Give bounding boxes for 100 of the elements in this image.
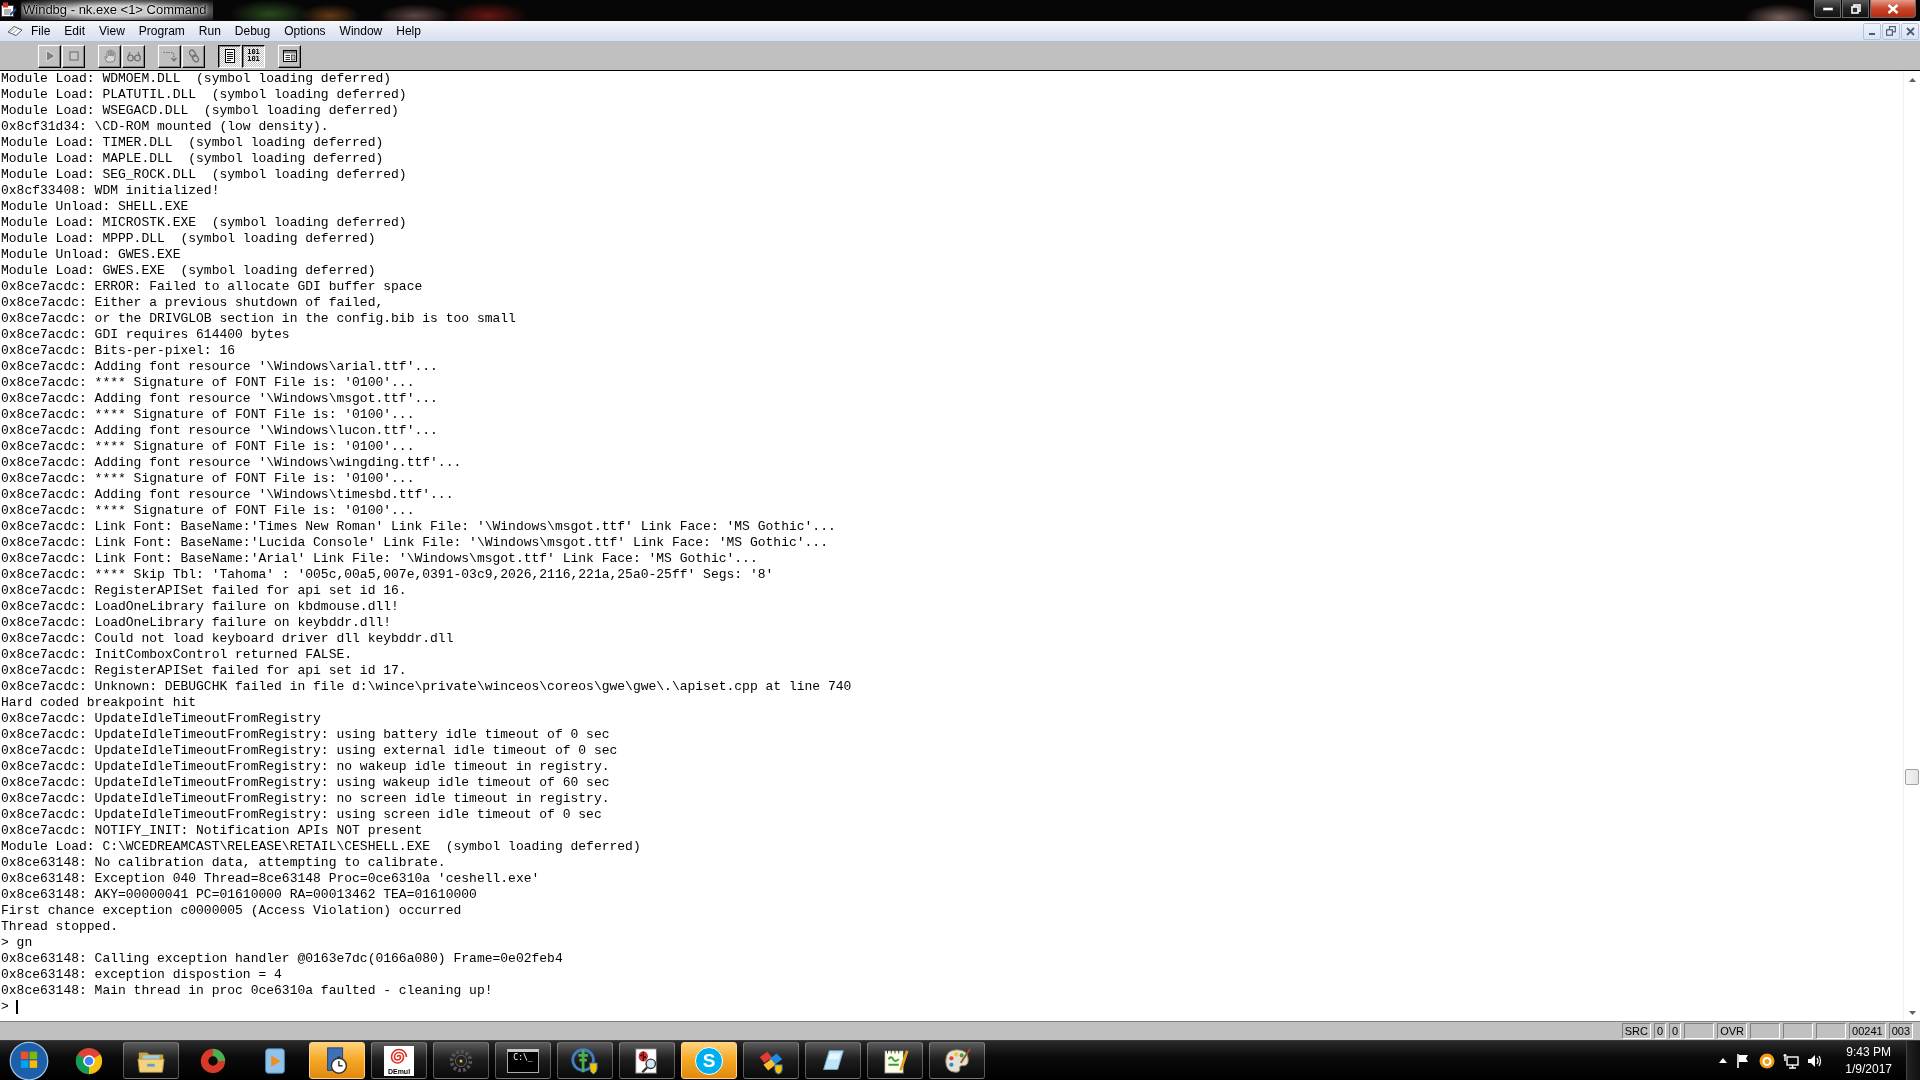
output-line: 0x8ce7acdc: Adding font resource '\Windows\timesbd.ttf'... bbox=[1, 487, 455, 503]
taskbar-button[interactable]: C:\_ bbox=[495, 1042, 551, 1079]
output-line: 0x8ce7acdc: Adding font resource '\Windows\arial.ttf'... bbox=[1, 359, 439, 375]
step-button[interactable] bbox=[158, 44, 181, 68]
output-line: 0x8ce7acdc: Unknown: DEBUGCHK failed in file d:\wince\private\winceos\coreos\gwe\gwe\.\apiset.cpp at line 740 bbox=[1, 679, 853, 695]
output-line: 0x8ce7acdc: GDI requires 614400 bytes bbox=[1, 327, 291, 343]
menu-item[interactable]: Run bbox=[191, 21, 228, 41]
output-line: 0x8ce7acdc: **** Signature of FONT File is: '0100'... bbox=[1, 471, 416, 487]
palette-icon bbox=[942, 1045, 972, 1076]
output-line: 0x8ce63148: Calling exception handler @0163e7dc(0166a080) Frame=0e02feb4 bbox=[1, 951, 564, 967]
minimize-icon bbox=[1822, 6, 1833, 11]
output-line: Module Load: WDMOEM.DLL (symbol loading deferred) bbox=[1, 71, 393, 87]
tray-button[interactable] bbox=[1783, 1052, 1800, 1069]
status-indicator: 0 bbox=[1669, 1023, 1682, 1039]
spiral-icon bbox=[384, 1045, 414, 1068]
source-button[interactable] bbox=[218, 44, 241, 68]
command-prompt: > bbox=[1, 999, 9, 1015]
close-icon bbox=[1887, 3, 1899, 14]
output-line: First chance exception c0000005 (Access Violation) occurred bbox=[1, 903, 463, 919]
status-indicator: 00241 bbox=[1849, 1023, 1886, 1039]
output-line: 0x8ce7acdc: Adding font resource '\Windows\msgot.ttf'... bbox=[1, 391, 439, 407]
vertical-scrollbar[interactable] bbox=[1903, 71, 1920, 1021]
output-line: 0x8ce7acdc: **** Signature of FONT File is: '0100'... bbox=[1, 375, 416, 391]
output-line: Module Load: MAPLE.DLL (symbol loading deferred) bbox=[1, 151, 385, 167]
text-cursor-icon bbox=[15, 1000, 18, 1014]
output-line: 0x8ce7acdc: LoadOneLibrary failure on kbdmouse.dll! bbox=[1, 599, 400, 615]
close-button[interactable] bbox=[1870, 0, 1916, 18]
output-line: 0x8ce7acdc: RegisterAPISet failed for api set id 16. bbox=[1, 583, 408, 599]
output-line: 0x8ce7acdc: UpdateIdleTimeoutFromRegistry: no wakeup idle timeout in registry. bbox=[1, 759, 611, 775]
chain-button[interactable] bbox=[182, 44, 205, 68]
output-line: Module Load: GWES.EXE (symbol loading deferred) bbox=[1, 263, 377, 279]
menu-item[interactable]: Window bbox=[332, 21, 390, 41]
antenna-shield-icon bbox=[570, 1045, 600, 1076]
output-line: 0x8ce7acdc: UpdateIdleTimeoutFromRegistry: using external idle timeout of 0 sec bbox=[1, 743, 619, 759]
network-icon bbox=[1783, 1052, 1800, 1069]
menu-item[interactable]: Program bbox=[131, 21, 192, 41]
tray-button[interactable] bbox=[1759, 1052, 1776, 1069]
menu-item[interactable]: Help bbox=[389, 21, 428, 41]
menu-item[interactable]: File bbox=[24, 21, 58, 41]
down-arrow-icon bbox=[1908, 1010, 1916, 1015]
output-line: > gn bbox=[1, 935, 34, 951]
window-button[interactable] bbox=[278, 44, 301, 68]
output-line: 0x8ce7acdc: UpdateIdleTimeoutFromRegistry: no screen idle timeout in registry. bbox=[1, 791, 611, 807]
close-button[interactable] bbox=[1901, 22, 1919, 40]
ring-icon bbox=[1759, 1052, 1776, 1069]
output-line: Module Load: TIMER.DLL (symbol loading deferred) bbox=[1, 135, 385, 151]
circle-logo-icon bbox=[74, 1045, 104, 1076]
clock-button[interactable]: 9:43 PM 1/9/2017 bbox=[1835, 1043, 1902, 1078]
output-line: 0x8ce7acdc: UpdateIdleTimeoutFromRegistry: using screen idle timeout of 0 sec bbox=[1, 807, 603, 823]
menu-item[interactable]: Edit bbox=[57, 21, 93, 41]
up-arrow-icon bbox=[1719, 1058, 1728, 1063]
close-icon bbox=[1905, 26, 1915, 36]
menu-item[interactable]: View bbox=[92, 21, 132, 41]
restore-button[interactable] bbox=[1882, 22, 1900, 40]
output-line: 0x8ce7acdc: Link Font: BaseName:'Lucida Console' Link File: '\Windows\msgot.ttf' Link Face: 'MS Gothic'... bbox=[1, 535, 829, 551]
console-tile: C:\_ bbox=[507, 1048, 539, 1073]
status-indicator: 003 bbox=[1888, 1023, 1913, 1039]
play-button[interactable] bbox=[38, 44, 61, 68]
output-line: 0x8ce7acdc: Link Font: BaseName:'Arial' Link File: '\Windows\msgot.ttf' Link Face: 'MS Gothic'... bbox=[1, 551, 759, 567]
app-icon bbox=[1, 2, 17, 18]
output-line: 0x8cf33408: WDM initialized! bbox=[1, 183, 221, 199]
output-line: 0x8ce7acdc: **** Skip Tbl: 'Tahoma' : '005c,00a5,007e,0391-03c9,2026,2116,221a,25a0-25ff' Segs: '8' bbox=[1, 567, 775, 583]
output-line: 0x8cf31d34: \CD-ROM mounted (low density). bbox=[1, 119, 330, 135]
taskbar-button[interactable] bbox=[309, 1042, 365, 1079]
output-line: 0x8ce63148: No calibration data, attempting to calibrate. bbox=[1, 855, 447, 871]
status-indicator: OVR bbox=[1717, 1023, 1748, 1039]
output-line: 0x8ce7acdc: InitComboxControl returned FALSE. bbox=[1, 647, 354, 663]
output-line: 0x8ce7acdc: Adding font resource '\Windows\lucon.ttf'... bbox=[1, 423, 439, 439]
output-line: 0x8ce7acdc: **** Signature of FONT File is: '0100'... bbox=[1, 503, 416, 519]
restore-icon bbox=[1886, 26, 1896, 36]
status-indicator: 0 bbox=[1653, 1023, 1667, 1039]
output-line: 0x8ce63148: exception dispostion = 4 bbox=[1, 967, 283, 983]
output-line: 0x8ce7acdc: Could not load keyboard driver dll keybddr.dll bbox=[1, 631, 455, 647]
output-line: 0x8ce7acdc: Link Font: BaseName:'Times New Roman' Link File: '\Windows\msgot.ttf' Link Face: 'MS Gothic'... bbox=[1, 519, 837, 535]
restore-button[interactable] bbox=[1842, 0, 1869, 18]
output-line: Module Load: MPPP.DLL (symbol loading deferred) bbox=[1, 231, 377, 247]
stop-button[interactable] bbox=[62, 44, 85, 68]
show-hidden-icons-button[interactable] bbox=[1719, 1058, 1728, 1063]
document-window-icon[interactable] bbox=[7, 25, 23, 37]
output-line: Module Unload: GWES.EXE bbox=[1, 247, 182, 263]
output-line: 0x8ce7acdc: or the DRIVGLOB section in the config.bib is too small bbox=[1, 311, 517, 327]
hand-button[interactable] bbox=[98, 44, 121, 68]
output-line: Hard coded breakpoint hit bbox=[1, 695, 198, 711]
menu-item[interactable]: Debug bbox=[227, 21, 278, 41]
window-title: Windbg - nk.exe <1> Command bbox=[21, 0, 213, 20]
output-line: Module Load: WSEGACD.DLL (symbol loading deferred) bbox=[1, 103, 400, 119]
output-line: 0x8ce7acdc: UpdateIdleTimeoutFromRegistry bbox=[1, 711, 322, 727]
round-logo: S bbox=[695, 1046, 723, 1075]
output-line: 0x8ce7acdc: Either a previous shutdown of failed, bbox=[1, 295, 385, 311]
minimize-button[interactable] bbox=[1863, 22, 1881, 40]
output-line: Module Load: MICROSTK.EXE (symbol loading deferred) bbox=[1, 215, 408, 231]
menu-item[interactable]: Options bbox=[277, 21, 333, 41]
glasses-button[interactable] bbox=[122, 44, 145, 68]
output-line: 0x8ce7acdc: UpdateIdleTimeoutFromRegistry: using battery idle timeout of 0 sec bbox=[1, 727, 611, 743]
scroll-thumb[interactable] bbox=[1905, 768, 1919, 785]
minimize-button[interactable] bbox=[1814, 0, 1841, 18]
output-line: 0x8ce7acdc: Adding font resource '\Windows\wingding.ttf'... bbox=[1, 455, 463, 471]
output-line: Module Load: SEG_ROCK.DLL (symbol loading deferred) bbox=[1, 167, 408, 183]
output-line: 0x8ce7acdc: NOTIFY_INIT: Notification APIs NOT present bbox=[1, 823, 424, 839]
output-line: Module Load: C:\WCEDREAMCAST\RELEASE\RETAIL\CESHELL.EXE (symbol loading deferred) bbox=[1, 839, 642, 855]
